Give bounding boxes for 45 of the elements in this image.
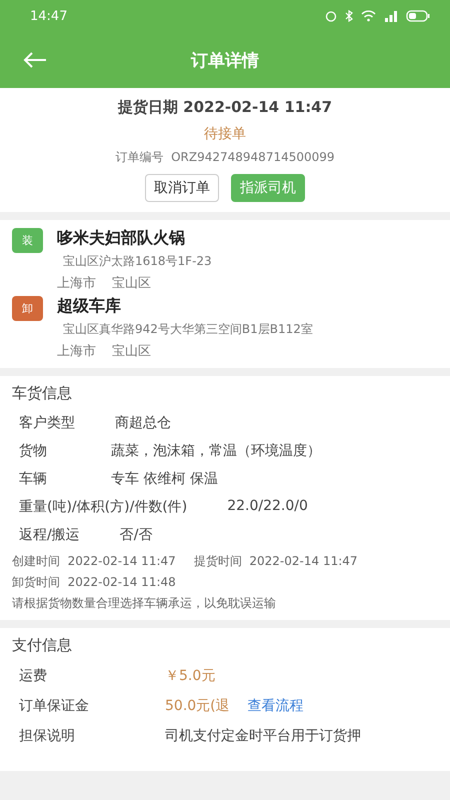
time-entry: 提货时间 2022-02-14 11:47: [194, 553, 358, 570]
stop-district: 宝山区: [112, 343, 151, 360]
wifi-icon: [361, 10, 376, 22]
stop-district: 宝山区: [112, 275, 151, 292]
battery-icon: [406, 10, 430, 22]
field-label: 返程/搬运: [19, 526, 80, 544]
signal-icon: [384, 10, 398, 22]
field-label: 订单保证金: [19, 697, 90, 715]
back-arrow-icon[interactable]: [23, 51, 47, 69]
field-value: 专车 依维柯 保温: [111, 470, 218, 488]
stop-city: 上海市: [57, 275, 96, 292]
clock: 14:47: [30, 8, 68, 24]
time-entry: 卸货时间 2022-02-14 11:48: [12, 574, 176, 591]
field-label: 车辆: [19, 470, 48, 488]
order-status: 待接单: [204, 125, 246, 143]
stop-address: 宝山区真华路942号大华第三空间B1层B112室: [62, 321, 313, 338]
field-value: 商超总仓: [115, 414, 171, 432]
field-label: 货物: [19, 442, 48, 460]
stop-name: 超级车库: [57, 296, 122, 317]
pickup-date: 提货日期 2022-02-14 11:47: [118, 98, 332, 116]
cancel-order-button[interactable]: 取消订单: [145, 174, 219, 202]
stop-tag: 卸: [12, 296, 43, 321]
stop-address: 宝山区沪太路1618号1F-23: [62, 253, 212, 270]
order-number: 订单编号 ORZ942748948714500099: [115, 149, 335, 166]
notice-text: 请根据货物数量合理选择车辆承运，以免耽误运输: [12, 595, 277, 612]
page-title: 订单详情: [191, 50, 259, 72]
field-label: 客户类型: [19, 414, 75, 432]
field-label: 运费: [19, 667, 48, 685]
field-value: 22.0/22.0/0: [227, 498, 308, 516]
field-value: 蔬菜，泡沫箱，常温（环境温度）: [111, 442, 321, 460]
field-label: 重量(吨)/体积(方)/件数(件): [19, 498, 188, 516]
bluetooth-icon: [345, 10, 353, 22]
stop-name: 哆米夫妇部队火锅: [57, 228, 186, 249]
field-value: 司机支付定金时平台用于订货押: [165, 727, 361, 745]
assign-driver-button[interactable]: 指派司机: [231, 174, 305, 202]
field-value: 50.0元(退: [165, 697, 230, 715]
field-value: 否/否: [120, 526, 152, 544]
stop-tag: 装: [12, 228, 43, 253]
view-process-link[interactable]: 查看流程: [248, 697, 304, 715]
section-title: 支付信息: [12, 636, 73, 655]
field-label: 担保说明: [19, 727, 76, 745]
stop-city: 上海市: [57, 343, 96, 360]
field-value: ￥5.0元: [165, 667, 216, 685]
section-title: 车货信息: [12, 384, 73, 403]
time-entry: 创建时间 2022-02-14 11:47: [12, 553, 176, 570]
